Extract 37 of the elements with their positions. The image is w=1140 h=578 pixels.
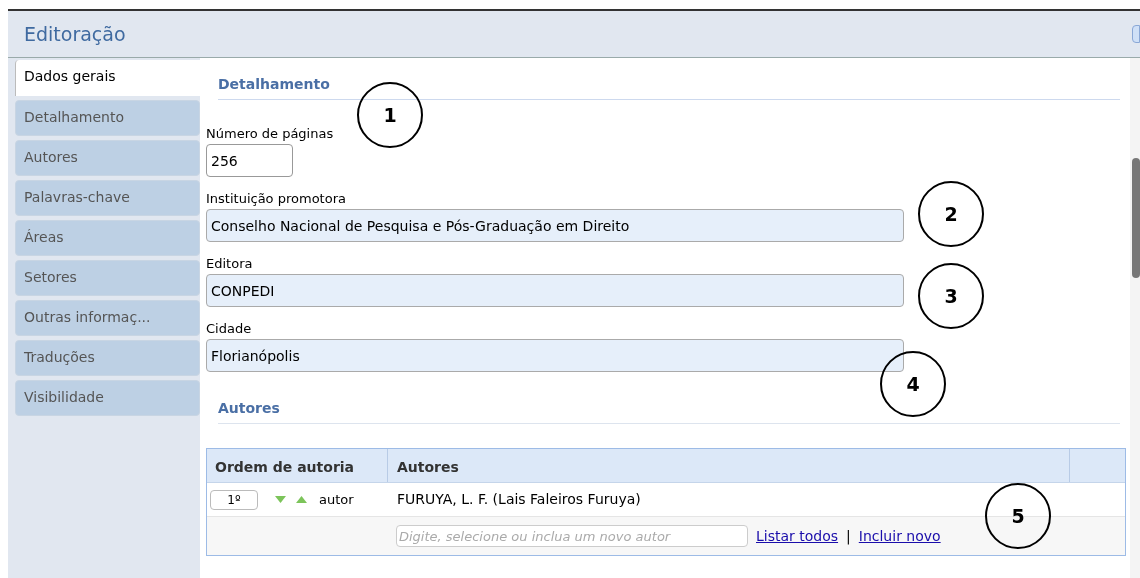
input-field[interactable]: CONPEDI [206, 274, 904, 307]
column-header: Autores [388, 449, 1070, 482]
callout-number: 2 [918, 181, 984, 247]
sidebar-tab[interactable]: Autores [15, 140, 200, 176]
role-label: autor [319, 490, 354, 509]
sidebar-tab[interactable]: Dados gerais [15, 60, 200, 96]
callout-number: 3 [918, 263, 984, 329]
input-field[interactable]: 256 [206, 144, 293, 177]
sidebar-tab[interactable]: Traduções [15, 340, 200, 376]
input-field[interactable]: Conselho Nacional de Pesquisa e Pós-Graduação em Direito [206, 209, 904, 242]
order-field[interactable]: 1º [210, 489, 258, 510]
link-separator: | [846, 526, 851, 547]
window-title: Editoração [24, 21, 126, 47]
section-heading: Autores [218, 398, 1120, 424]
field-label: Número de páginas [206, 125, 335, 143]
sidebar-tab[interactable]: Setores [15, 260, 200, 296]
sidebar-tab[interactable]: Visibilidade [15, 380, 200, 416]
down-arrow-icon[interactable] [275, 495, 286, 504]
callout-number: 4 [880, 351, 946, 417]
input-field[interactable]: Florianópolis [206, 339, 904, 372]
callout-number: 1 [357, 82, 423, 148]
field-label: Instituição promotora [206, 190, 347, 208]
sidebar-tab[interactable]: Palavras-chave [15, 180, 200, 216]
callout-number: 5 [985, 483, 1051, 549]
sidebar-tab[interactable]: Detalhamento [15, 100, 200, 136]
column-header: Ordem de autoria [207, 449, 388, 482]
add-new-link[interactable]: Incluir novo [858, 525, 941, 547]
list-all-link[interactable]: Listar todos [756, 525, 839, 547]
field-label: Editora [206, 255, 254, 273]
section-heading: Detalhamento [218, 74, 1120, 100]
sidebar-tab[interactable]: Áreas [15, 220, 200, 256]
author-search-field[interactable]: Digite, selecione ou inclua um novo autor [396, 525, 748, 547]
scrollbar-thumb[interactable] [1132, 158, 1140, 278]
table-cell-text: FURUYA, L. F. (Lais Faleiros Furuya) [396, 490, 641, 509]
sidebar-tab[interactable]: Outras informaç... [15, 300, 200, 336]
field-label: Cidade [206, 320, 253, 338]
up-arrow-icon[interactable] [296, 495, 307, 504]
